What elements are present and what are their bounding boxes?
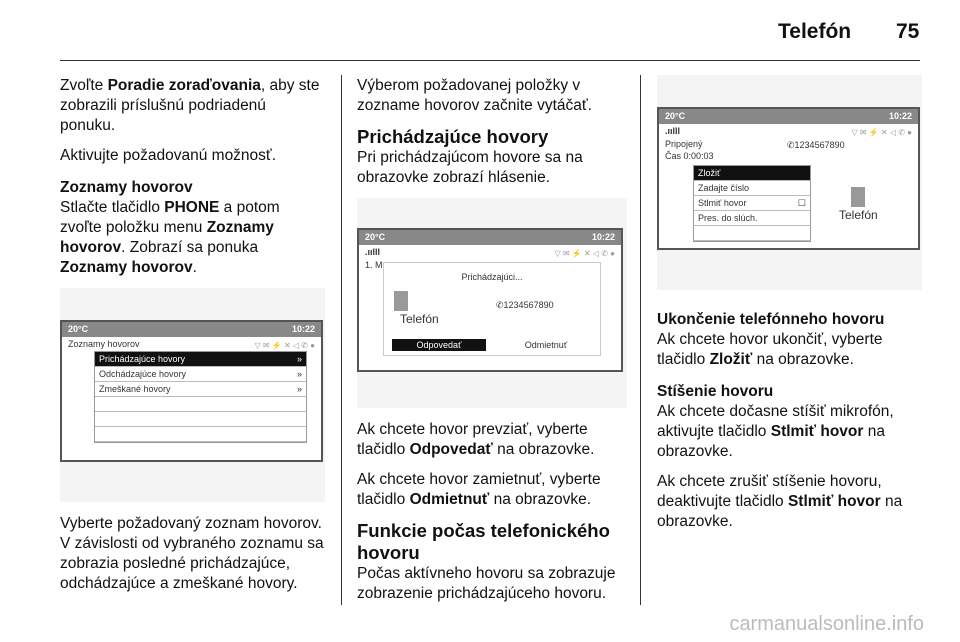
paragraph: Stlačte tlačidlo PHONE a potom zvoľte po… — [60, 199, 280, 276]
answer-button[interactable]: Odpovedať — [392, 339, 486, 351]
watermark: carmanualsonline.info — [729, 613, 924, 635]
heading-call-lists: Zoznamy hovorov — [60, 179, 193, 196]
paragraph: Aktivujte požadovanú možnosť. — [60, 147, 277, 164]
heading-mute-call: Stíšenie hovoru — [657, 383, 774, 400]
column-1: Zvoľte Poradie zoraďovania, aby ste zobr… — [60, 76, 325, 604]
column-3: 20°C 10:22 .ıılll ▽ ✉ ⚡ ✕ ◁ ✆ ● Pripojený… — [657, 75, 922, 542]
screenshot-call-lists: 20°C 10:22 Zoznamy hovorov ▽ ✉ ⚡ ✕ ◁ ✆ ● … — [60, 288, 325, 502]
paragraph: Zvoľte Poradie zoraďovania, aby ste zobr… — [60, 77, 320, 134]
heading-end-call: Ukončenie telefónneho hovoru — [657, 311, 885, 328]
paragraph: Počas aktívneho hovoru sa zobrazuje zobr… — [357, 565, 616, 602]
checkbox[interactable]: ☐ — [798, 197, 806, 209]
header-rule — [60, 60, 920, 61]
paragraph: Ak chcete hovor zamietnuť, vyberte tlači… — [357, 471, 601, 508]
paragraph: Pri prichádzajúcom hovore sa na obrazovk… — [357, 149, 583, 186]
screenshot-incoming-call: 20°C 10:22 .ıılll 1. M ▽ ✉ ⚡ ✕ ◁ ✆ ● Pric… — [357, 198, 627, 408]
menu-item[interactable]: Odchádzajúce hovory» — [95, 367, 306, 382]
page-number: 75 — [896, 20, 920, 43]
paragraph: Vyberte požadovaný zoznam hovorov. V záv… — [60, 515, 324, 592]
heading-call-functions: Funkcie počas telefonického hovoru — [357, 520, 610, 563]
enter-number-button[interactable]: Zadajte číslo — [694, 181, 810, 196]
incoming-call-popup: Prichádzajúci... Telefón ✆1234567890 Odp… — [383, 262, 601, 356]
menu-item[interactable]: Zmeškané hovory» — [95, 382, 306, 397]
heading-incoming-calls: Prichádzajúce hovory — [357, 126, 549, 147]
paragraph: Ak chcete zrušiť stíšenie hovoru, deakti… — [657, 473, 903, 530]
status-icons: ▽ ✉ ⚡ ✕ ◁ ✆ ● — [254, 341, 315, 350]
column-2: Výberom požadovanej položky v zozname ho… — [357, 76, 627, 614]
column-divider — [341, 75, 342, 605]
paragraph: Ak chcete hovor ukončiť, vyberte tlačidl… — [657, 331, 883, 368]
hang-up-button[interactable]: Zložiť — [694, 166, 810, 181]
mute-call-button[interactable]: Stlmiť hovor ☐ — [694, 196, 810, 211]
menu-item[interactable]: Prichádzajúce hovory» — [95, 352, 306, 367]
column-divider — [640, 75, 641, 605]
phone-icon — [394, 291, 408, 311]
paragraph: Ak chcete dočasne stíšiť mikrofón, aktiv… — [657, 403, 894, 460]
screenshot-active-call: 20°C 10:22 .ıılll ▽ ✉ ⚡ ✕ ◁ ✆ ● Pripojený… — [657, 75, 922, 290]
paragraph: Ak chcete hovor prevziať, vyberte tlačid… — [357, 421, 595, 458]
phone-icon — [851, 187, 865, 207]
transfer-to-handset-button[interactable]: Pres. do slúch. — [694, 211, 810, 226]
section-title: Telefón — [778, 20, 852, 43]
paragraph: Výberom požadovanej položky v zozname ho… — [357, 77, 592, 114]
reject-button[interactable]: Odmietnuť — [506, 339, 586, 351]
